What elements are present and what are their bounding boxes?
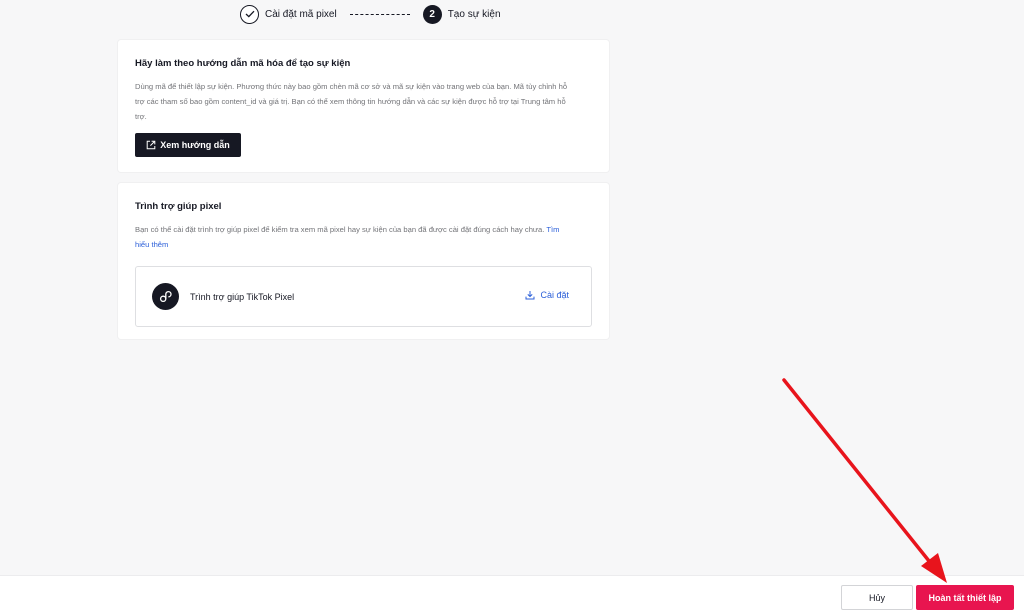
card-title: Hãy làm theo hướng dẫn mã hóa để tạo sự … bbox=[135, 58, 351, 69]
check-icon bbox=[240, 4, 259, 24]
tiktok-logo-icon bbox=[152, 283, 179, 310]
footer-bar: Hủy Hoàn tất thiết lập bbox=[0, 575, 1024, 615]
install-label: Cài đặt bbox=[540, 290, 569, 300]
card-description: Dùng mã để thiết lập sự kiện. Phương thứ… bbox=[135, 82, 568, 121]
step2-label: Tạo sự kiện bbox=[447, 8, 501, 20]
step1-label: Cài đặt mã pixel bbox=[265, 8, 337, 20]
finish-setup-button[interactable]: Hoàn tất thiết lập bbox=[916, 585, 1014, 610]
cancel-button[interactable]: Hủy bbox=[841, 585, 913, 610]
step2-number: 2 bbox=[422, 4, 442, 24]
coding-guide-card: Hãy làm theo hướng dẫn mã hóa để tạo sự … bbox=[118, 40, 609, 172]
pixel-helper-card: Trình trợ giúp pixel Bạn có thể cài đặt … bbox=[118, 183, 609, 339]
card-description: Bạn có thể cài đặt trình trợ giúp pixel … bbox=[135, 222, 575, 252]
step-connector bbox=[349, 13, 410, 15]
install-button[interactable]: Cài đặt bbox=[525, 290, 569, 300]
setup-stepper: Cài đặt mã pixel 2 Tạo sự kiện bbox=[240, 4, 501, 24]
step-create-event: 2 Tạo sự kiện bbox=[422, 4, 501, 24]
tool-name: Trình trợ giúp TikTok Pixel bbox=[190, 291, 295, 302]
download-icon bbox=[525, 291, 535, 300]
card-title: Trình trợ giúp pixel bbox=[135, 201, 222, 212]
pixel-setup-page: Cài đặt mã pixel 2 Tạo sự kiện Hãy làm t… bbox=[0, 0, 1024, 615]
helper-description: Bạn có thể cài đặt trình trợ giúp pixel … bbox=[135, 225, 545, 234]
view-guide-label: Xem hướng dẫn bbox=[160, 140, 230, 150]
pixel-helper-row: Trình trợ giúp TikTok Pixel Cài đặt bbox=[135, 266, 592, 327]
external-link-icon bbox=[146, 140, 156, 150]
view-guide-button[interactable]: Xem hướng dẫn bbox=[135, 133, 241, 157]
step-install-pixel: Cài đặt mã pixel bbox=[240, 4, 337, 24]
